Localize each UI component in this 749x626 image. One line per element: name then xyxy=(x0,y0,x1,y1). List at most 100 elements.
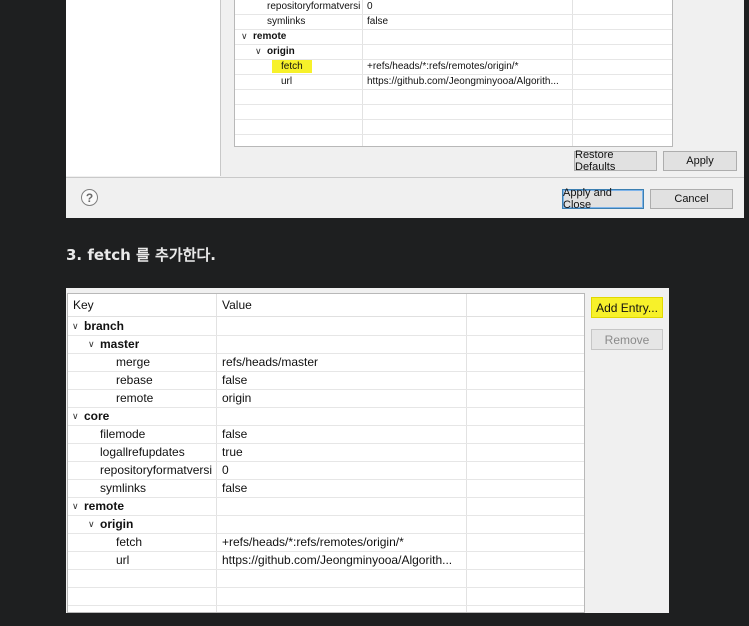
key-cell: url xyxy=(269,74,292,89)
top-dialog-left-pane xyxy=(66,0,221,176)
key-cell: merge xyxy=(104,353,150,371)
table-row[interactable] xyxy=(68,569,584,588)
key-label: core xyxy=(84,409,110,423)
table-row[interactable]: ∨ master xyxy=(68,335,584,354)
add-entry-button[interactable]: Add Entry... xyxy=(591,297,663,318)
bottom-dialog: Key Value ∨ branch ∨ master merge refs/heads/… xyxy=(66,288,669,613)
value-cell xyxy=(222,605,465,612)
table-row[interactable]: ∨ core xyxy=(68,407,584,426)
table-row[interactable]: ∨ origin xyxy=(235,44,672,60)
table-row[interactable]: url https://github.com/Jeongminyooa/Algor… xyxy=(68,551,584,570)
table-row[interactable]: url https://github.com/Jeongminyooa/Algor… xyxy=(235,74,672,90)
key-cell: ∨ remote xyxy=(72,497,124,515)
value-cell: +refs/heads/*:refs/remotes/origin/* xyxy=(367,61,519,72)
table-row[interactable] xyxy=(68,605,584,612)
help-icon[interactable]: ? xyxy=(81,189,98,206)
apply-and-close-button[interactable]: Apply and Close xyxy=(562,187,644,211)
value-cell xyxy=(222,335,465,353)
key-label: remote xyxy=(116,391,154,405)
value-cell: false xyxy=(222,427,248,441)
key-label: fetch xyxy=(272,60,312,73)
value-cell: false xyxy=(222,481,248,495)
value-cell xyxy=(222,569,465,587)
value-cell xyxy=(367,119,572,134)
key-cell: symlinks xyxy=(88,479,146,497)
table-row[interactable] xyxy=(235,119,672,135)
key-label: merge xyxy=(116,355,151,369)
value-cell xyxy=(367,44,572,59)
value-cell xyxy=(222,587,465,605)
key-label: remote xyxy=(253,31,287,42)
table-row[interactable]: merge refs/heads/master xyxy=(68,353,584,372)
chevron-down-icon[interactable]: ∨ xyxy=(88,339,100,350)
table-row[interactable] xyxy=(235,89,672,105)
value-cell: origin xyxy=(222,391,252,405)
chevron-down-icon[interactable]: ∨ xyxy=(72,411,84,422)
table-row[interactable]: repositoryformatversi 0 xyxy=(235,0,672,15)
value-cell xyxy=(367,29,572,44)
chevron-down-icon[interactable]: ∨ xyxy=(72,321,84,332)
table-row[interactable]: ∨ origin xyxy=(68,515,584,534)
table-row[interactable]: fetch +refs/heads/*:refs/remotes/origin/* xyxy=(68,533,584,552)
key-cell xyxy=(72,605,84,612)
key-label: repositoryformatversi xyxy=(267,1,361,12)
top-config-table: repositoryformatversi 0 symlinks false ∨ remo… xyxy=(234,0,673,147)
key-cell: repositoryformatversi xyxy=(88,461,212,479)
key-label: symlinks xyxy=(267,16,306,27)
apply-button[interactable]: Apply xyxy=(663,151,737,171)
value-column-header[interactable]: Value xyxy=(222,294,462,316)
table-row[interactable]: ∨ remote xyxy=(68,497,584,516)
key-cell xyxy=(72,587,84,605)
key-column-header[interactable]: Key xyxy=(73,294,213,316)
key-cell xyxy=(241,89,253,104)
value-cell: false xyxy=(367,16,389,27)
restore-defaults-button[interactable]: Restore Defaults xyxy=(574,149,657,173)
table-row[interactable]: symlinks false xyxy=(235,14,672,30)
key-cell: ∨ origin xyxy=(88,515,133,533)
table-row[interactable]: remote origin xyxy=(68,389,584,408)
key-cell: ∨ core xyxy=(72,407,109,425)
table-row[interactable]: rebase false xyxy=(68,371,584,390)
key-label: url xyxy=(281,76,293,87)
table-row[interactable]: repositoryformatversi 0 xyxy=(68,461,584,480)
key-label: master xyxy=(100,337,140,351)
key-cell: ∨ master xyxy=(88,335,139,353)
key-label: symlinks xyxy=(100,481,147,495)
key-label: filemode xyxy=(100,427,146,441)
key-cell: fetch xyxy=(269,59,312,74)
value-cell xyxy=(222,407,465,425)
table-row[interactable] xyxy=(68,587,584,606)
table-row[interactable]: fetch +refs/heads/*:refs/remotes/origin/* xyxy=(235,59,672,75)
cancel-button[interactable]: Cancel xyxy=(650,189,733,209)
table-row[interactable] xyxy=(235,104,672,120)
value-cell: 0 xyxy=(222,463,229,477)
chevron-down-icon[interactable]: ∨ xyxy=(72,501,84,512)
value-cell: refs/heads/master xyxy=(222,355,319,369)
key-cell: filemode xyxy=(88,425,145,443)
key-label: repositoryformatversi xyxy=(100,463,213,477)
key-label: origin xyxy=(267,46,295,57)
value-cell: https://github.com/Jeongminyooa/Algorith… xyxy=(222,553,453,567)
chevron-down-icon[interactable]: ∨ xyxy=(241,31,253,42)
remove-button[interactable]: Remove xyxy=(591,329,663,350)
key-cell: ∨ remote xyxy=(241,29,286,44)
bottom-config-table: Key Value ∨ branch ∨ master merge refs/heads/… xyxy=(67,293,585,613)
table-row[interactable]: filemode false xyxy=(68,425,584,444)
key-cell: ∨ branch xyxy=(72,317,124,335)
value-cell: 0 xyxy=(367,1,373,12)
key-cell: repositoryformatversi xyxy=(255,0,360,14)
table-row[interactable]: ∨ branch xyxy=(68,317,584,336)
chevron-down-icon[interactable]: ∨ xyxy=(255,46,267,57)
value-cell: +refs/heads/*:refs/remotes/origin/* xyxy=(222,535,404,549)
table-row[interactable]: logallrefupdates true xyxy=(68,443,584,462)
table-row[interactable]: ∨ remote xyxy=(235,29,672,45)
key-cell xyxy=(241,119,253,134)
key-cell: logallrefupdates xyxy=(88,443,185,461)
table-header: Key Value xyxy=(68,294,584,317)
table-row[interactable]: symlinks false xyxy=(68,479,584,498)
key-cell: ∨ origin xyxy=(255,44,295,59)
key-cell xyxy=(241,104,253,119)
chevron-down-icon[interactable]: ∨ xyxy=(88,519,100,530)
key-label: url xyxy=(116,553,130,567)
value-cell xyxy=(222,317,465,335)
